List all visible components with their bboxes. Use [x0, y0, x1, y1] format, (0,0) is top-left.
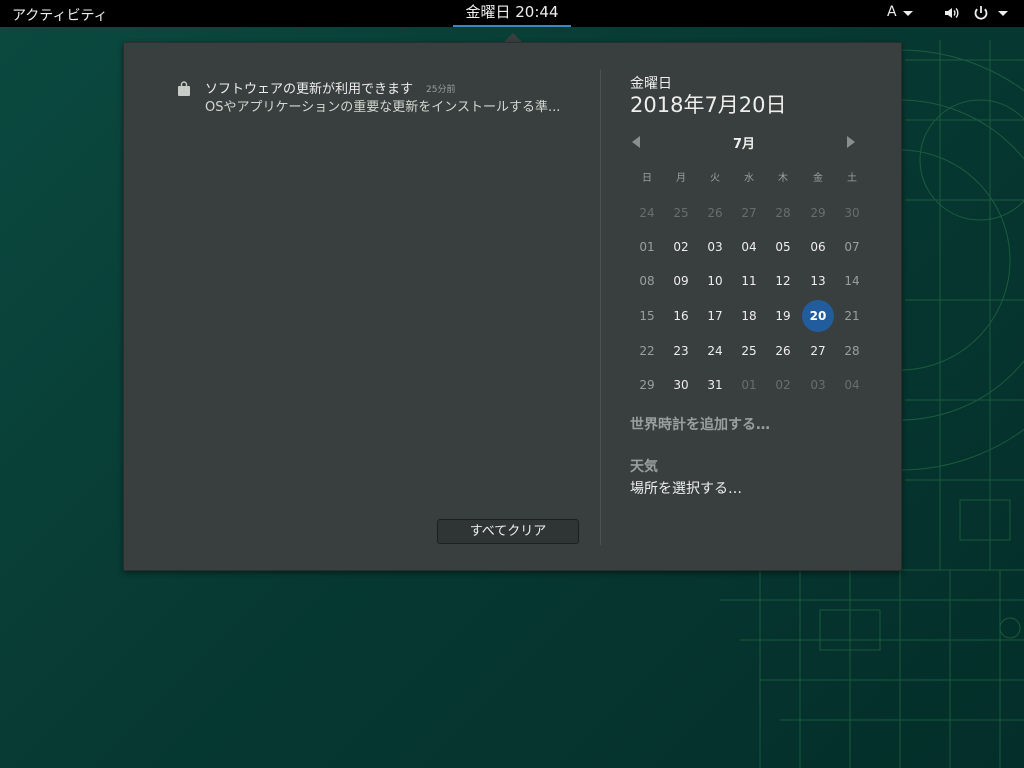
calendar-day[interactable]: 06 — [801, 231, 835, 263]
input-method-indicator[interactable]: A — [887, 4, 897, 20]
calendar-day[interactable]: 26 — [766, 335, 800, 367]
calendar-day[interactable]: 04 — [835, 369, 869, 401]
calendar-day[interactable]: 03 — [801, 369, 835, 401]
clear-all-button[interactable]: すべてクリア — [437, 519, 579, 544]
date-menu-popup: ソフトウェアの更新が利用できます 25分前 OSやアプリケーションの重要な更新を… — [123, 42, 902, 571]
weekday-label: 水 — [744, 173, 754, 184]
chevron-down-icon[interactable] — [903, 11, 913, 16]
calendar-day[interactable]: 12 — [766, 265, 800, 297]
top-bar: アクティビティ 金曜日 20:44 A — [0, 0, 1024, 27]
calendar-day[interactable]: 16 — [664, 300, 698, 332]
calendar-day[interactable]: 08 — [630, 265, 664, 297]
calendar-day[interactable]: 26 — [698, 197, 732, 229]
next-month-button[interactable] — [847, 136, 855, 148]
calendar-day[interactable]: 17 — [698, 300, 732, 332]
weekday-label: 月 — [676, 173, 686, 184]
notification-body: OSやアプリケーションの重要な更新をインストールする準... — [205, 100, 561, 115]
calendar-day[interactable]: 29 — [801, 197, 835, 229]
shopping-bag-icon — [177, 81, 191, 101]
calendar-day[interactable]: 25 — [732, 335, 766, 367]
calendar-day[interactable]: 13 — [801, 265, 835, 297]
calendar-day[interactable]: 29 — [630, 369, 664, 401]
calendar-day[interactable]: 07 — [835, 231, 869, 263]
calendar-month: 7月 — [732, 137, 756, 152]
calendar-day[interactable]: 01 — [630, 231, 664, 263]
calendar-day[interactable]: 01 — [732, 369, 766, 401]
activities-button[interactable]: アクティビティ — [12, 5, 108, 25]
weather-location-button[interactable]: 場所を選択する… — [630, 478, 742, 498]
calendar-day[interactable]: 24 — [698, 335, 732, 367]
notification-time: 25分前 — [426, 85, 456, 95]
calendar-day[interactable]: 22 — [630, 335, 664, 367]
calendar-day-today[interactable]: 20 — [802, 300, 834, 332]
calendar-day[interactable]: 15 — [630, 300, 664, 332]
weekday-label: 土 — [847, 173, 857, 184]
weekday-label: 木 — [778, 173, 788, 184]
calendar-day[interactable]: 14 — [835, 265, 869, 297]
calendar-day[interactable]: 10 — [698, 265, 732, 297]
calendar-day[interactable]: 02 — [766, 369, 800, 401]
calendar-day[interactable]: 23 — [664, 335, 698, 367]
calendar-day[interactable]: 27 — [732, 197, 766, 229]
clock-button[interactable]: 金曜日 20:44 — [453, 0, 571, 27]
power-icon[interactable] — [973, 5, 989, 25]
calendar-day[interactable]: 02 — [664, 231, 698, 263]
calendar-day[interactable]: 24 — [630, 197, 664, 229]
calendar-day[interactable]: 05 — [766, 231, 800, 263]
calendar-day[interactable]: 09 — [664, 265, 698, 297]
calendar-day[interactable]: 11 — [732, 265, 766, 297]
section-divider — [600, 69, 601, 545]
calendar-day[interactable]: 04 — [732, 231, 766, 263]
weekday-label: 金 — [813, 173, 823, 184]
calendar-day[interactable]: 28 — [835, 335, 869, 367]
notification-title: ソフトウェアの更新が利用できます — [205, 82, 414, 97]
previous-month-button[interactable] — [632, 136, 640, 148]
calendar-day[interactable]: 31 — [698, 369, 732, 401]
full-date: 2018年7月20日 — [630, 93, 787, 117]
calendar: 7月 日月火水木金土 24 25 26 27 28 29 30 01 02 03 04 05 06 07 08… — [630, 127, 870, 397]
weather-title: 天気 — [630, 459, 658, 475]
calendar-day[interactable]: 30 — [835, 197, 869, 229]
weekday-label: 火 — [710, 173, 720, 184]
calendar-day[interactable]: 18 — [732, 300, 766, 332]
calendar-day[interactable]: 19 — [766, 300, 800, 332]
calendar-day[interactable]: 25 — [664, 197, 698, 229]
calendar-day[interactable]: 27 — [801, 335, 835, 367]
chevron-down-icon[interactable] — [998, 11, 1008, 16]
add-world-clock-button[interactable]: 世界時計を追加する… — [630, 414, 770, 434]
calendar-day[interactable]: 21 — [835, 300, 869, 332]
calendar-day[interactable]: 28 — [766, 197, 800, 229]
weekday-label: 日 — [642, 173, 652, 184]
speaker-icon[interactable] — [944, 5, 960, 25]
calendar-day[interactable]: 03 — [698, 231, 732, 263]
calendar-day[interactable]: 30 — [664, 369, 698, 401]
